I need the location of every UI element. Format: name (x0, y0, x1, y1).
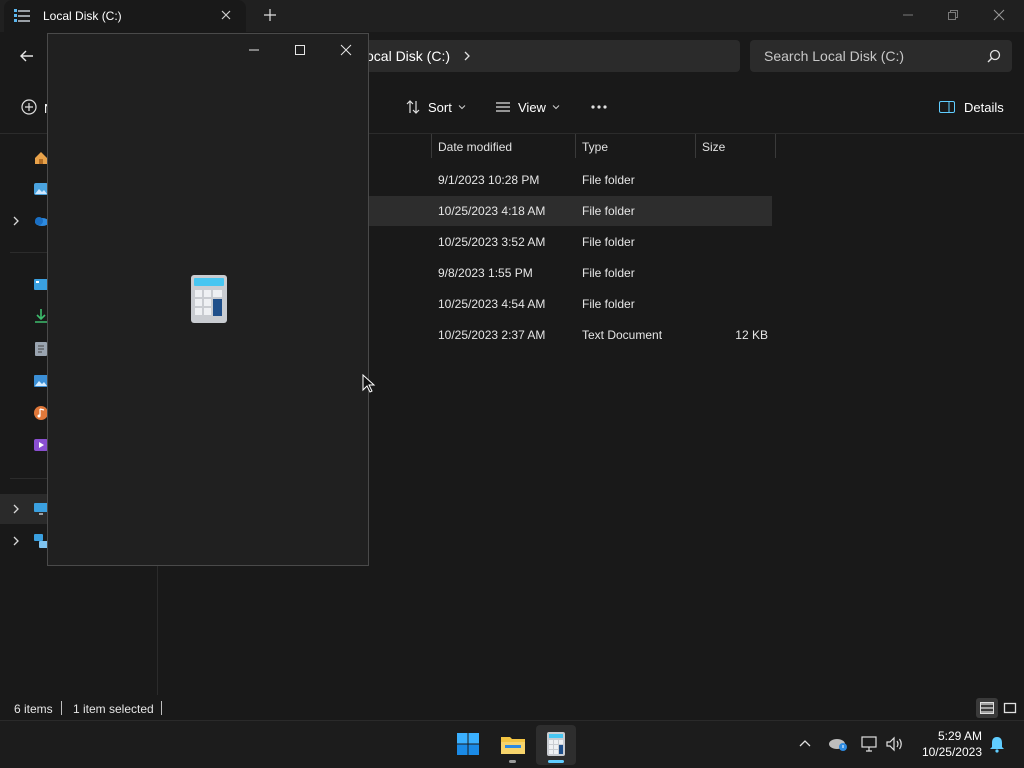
row-date: 10/25/2023 4:18 AM (438, 204, 546, 218)
tab-title: Local Disk (C:) (43, 9, 122, 23)
onedrive-status-icon[interactable] (828, 736, 848, 752)
new-icon[interactable] (20, 98, 38, 116)
column-divider[interactable] (695, 134, 696, 158)
close-icon (993, 9, 1005, 21)
chevron-right-icon[interactable] (10, 215, 22, 227)
clock-time[interactable]: 5:29 AM (918, 729, 982, 743)
row-type: File folder (582, 266, 635, 280)
row-type: File folder (582, 297, 635, 311)
close-button[interactable] (976, 0, 1022, 30)
row-date: 9/1/2023 10:28 PM (438, 173, 540, 187)
view-label: View (518, 99, 546, 115)
details-view-icon (980, 702, 994, 714)
details-pane-icon (939, 101, 955, 113)
windows-start-icon[interactable] (456, 732, 480, 756)
status-divider (161, 701, 162, 715)
row-size: 12 KB (735, 328, 768, 342)
sort-icon (406, 100, 420, 114)
column-header-type[interactable]: Type (582, 140, 608, 158)
notification-bell-icon[interactable] (988, 735, 1006, 753)
minimize-icon (903, 14, 913, 16)
sort-button[interactable]: Sort (404, 94, 466, 120)
tab-local-disk[interactable] (4, 0, 246, 32)
column-divider[interactable] (775, 134, 776, 158)
running-indicator (509, 760, 516, 763)
chevron-right-icon[interactable] (10, 535, 22, 547)
large-icons-view-button[interactable] (999, 698, 1021, 718)
row-date: 10/25/2023 4:54 AM (438, 297, 546, 311)
column-divider[interactable] (431, 134, 432, 158)
chevron-down-icon (458, 105, 466, 110)
row-date: 10/25/2023 3:52 AM (438, 235, 546, 249)
details-button[interactable]: Details (938, 94, 1004, 120)
restore-button[interactable] (930, 0, 976, 30)
calculator-taskbar-icon (547, 732, 565, 756)
volume-icon[interactable] (885, 735, 905, 753)
row-date: 9/8/2023 1:55 PM (438, 266, 533, 280)
details-view-button[interactable] (976, 698, 998, 718)
address-text: ocal Disk (C:) (366, 48, 451, 64)
calculator-minimize-button[interactable] (231, 34, 277, 66)
chevron-right-icon[interactable] (461, 48, 473, 64)
chevron-down-icon (552, 105, 560, 110)
row-type: Text Document (582, 328, 663, 342)
back-arrow-icon[interactable] (16, 45, 38, 67)
status-divider (61, 701, 62, 715)
status-bar: 6 items 1 item selected (0, 696, 1024, 721)
restore-icon (948, 10, 958, 20)
more-icon (591, 105, 607, 109)
column-header-size[interactable]: Size (702, 140, 725, 158)
more-options-button[interactable] (588, 94, 610, 120)
network-status-icon[interactable] (860, 735, 880, 753)
active-indicator (548, 760, 564, 763)
details-label: Details (964, 99, 1004, 115)
file-explorer-taskbar-icon[interactable] (500, 732, 526, 756)
clock-date[interactable]: 10/25/2023 (910, 745, 982, 759)
new-tab-icon[interactable] (261, 6, 279, 24)
chevron-right-icon[interactable] (10, 503, 22, 515)
row-type: File folder (582, 204, 635, 218)
calculator-maximize-button[interactable] (277, 34, 323, 66)
status-item-count: 6 items (14, 702, 53, 716)
view-button[interactable]: View (494, 94, 560, 120)
chevron-up-icon[interactable] (798, 737, 812, 751)
search-icon[interactable] (986, 48, 1002, 64)
minimize-button[interactable] (885, 0, 931, 30)
mouse-cursor-icon (362, 374, 376, 393)
row-type: File folder (582, 173, 635, 187)
column-divider[interactable] (575, 134, 576, 158)
sort-label: Sort (428, 99, 452, 115)
status-selection: 1 item selected (73, 702, 154, 716)
close-icon (340, 44, 352, 56)
search-placeholder: Search Local Disk (C:) (764, 48, 905, 64)
row-date: 10/25/2023 2:37 AM (438, 328, 546, 342)
folder-icon (14, 9, 30, 22)
calculator-close-button[interactable] (323, 34, 369, 66)
view-icon (496, 102, 510, 112)
calculator-app-icon (191, 275, 227, 323)
calculator-window[interactable] (47, 33, 369, 566)
column-header-date[interactable]: Date modified (438, 140, 512, 158)
minimize-icon (249, 49, 259, 51)
close-tab-icon[interactable] (217, 6, 235, 24)
row-type: File folder (582, 235, 635, 249)
large-icons-view-icon (1003, 702, 1017, 714)
maximize-icon (295, 45, 305, 55)
